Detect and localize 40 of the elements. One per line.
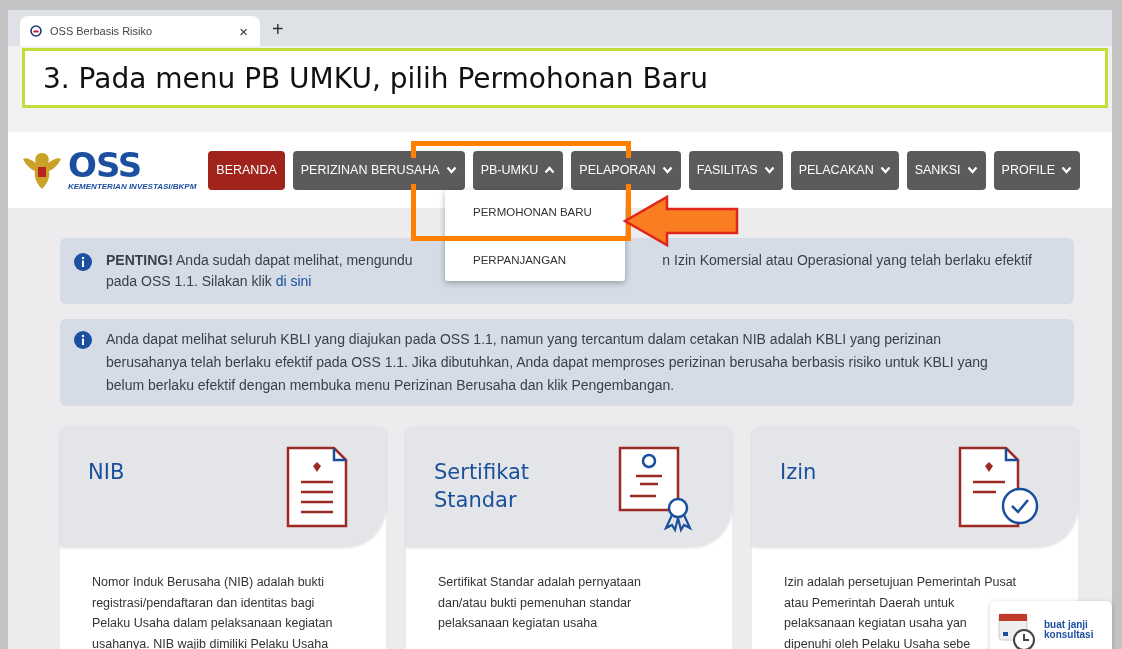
nav-button[interactable]: PELAPORAN [571,150,681,190]
logo-subtitle: KEMENTERIAN INVESTASI/BKPM [68,182,197,192]
chevron-icon [966,166,978,174]
chevron-icon [445,166,457,174]
card-title: Izin [780,459,818,486]
consultation-widget[interactable]: buat janji konsultasi [990,601,1112,649]
nav-button[interactable]: PELACAKAN [790,150,899,190]
card-title: Sertifikat Standar [434,459,531,514]
new-tab-button[interactable]: + [272,18,284,41]
nav-button[interactable]: PERIZINAN BERUSAHA [292,150,465,190]
tab-title: OSS Berbasis Risiko [50,25,154,37]
alert-text: PENTING! Anda sudah dapat melihat, mengundu [106,251,413,270]
menu-item[interactable]: PERPANJANGAN [445,238,625,281]
chevron-icon [544,166,556,174]
alert-text: Anda dapat melihat seluruh KBLI yang diajukan pada OSS 1.1, namun yang tercantum dalam cetakan NIB adalah KBLI yang perizinan berusahanya telah berlaku efektif pada OSS 1.1. Jika dibutuhkan, Anda dapat memproses perizinan berusaha berbasis risiko untuk KBLI yang belum berlaku efektif dengan membuka menu Perizinan Berusaha dan klik Pengembangan. [106,330,989,395]
alert-text: n Izin Komersial atau Operasional yang telah berlaku efektif [662,251,1032,270]
document-icon [284,444,350,530]
chevron-icon [879,166,891,174]
card-description: Sertifikat Standar adalah pernyataan dan/atau bukti pemenuhan standar pelaksanaan kegiatan usaha [438,574,641,632]
info-icon [74,253,92,271]
site-icon [30,25,42,37]
card-title: NIB [88,459,126,486]
nav-button[interactable]: BERANDA [208,150,285,190]
nav-button[interactable]: PROFILE [993,150,1081,190]
instruction-banner: 3. Pada menu PB UMKU, pilih Permohonan Baru [22,48,1108,108]
chevron-icon [661,166,673,174]
chevron-icon [763,166,775,174]
widget-label: konsultasi [1044,630,1094,640]
close-tab-button[interactable]: × [239,22,248,40]
widget-label: buat janji [1044,620,1088,630]
nav-button[interactable]: FASILITAS [688,150,783,190]
chevron-icon [1061,166,1073,174]
alert-text: pada OSS 1.1. Silakan klik [106,273,272,289]
nav-button[interactable]: SANKSI [906,150,986,190]
menu-item[interactable]: PERMOHONAN BARU [445,190,625,233]
link[interactable]: di sini [275,273,312,289]
browser-tab[interactable]: OSS Berbasis Risiko × [20,16,260,46]
logo-wordmark: OSS [68,148,142,182]
info-icon [74,331,92,349]
nav-button[interactable]: PB-UMKU [472,150,564,190]
